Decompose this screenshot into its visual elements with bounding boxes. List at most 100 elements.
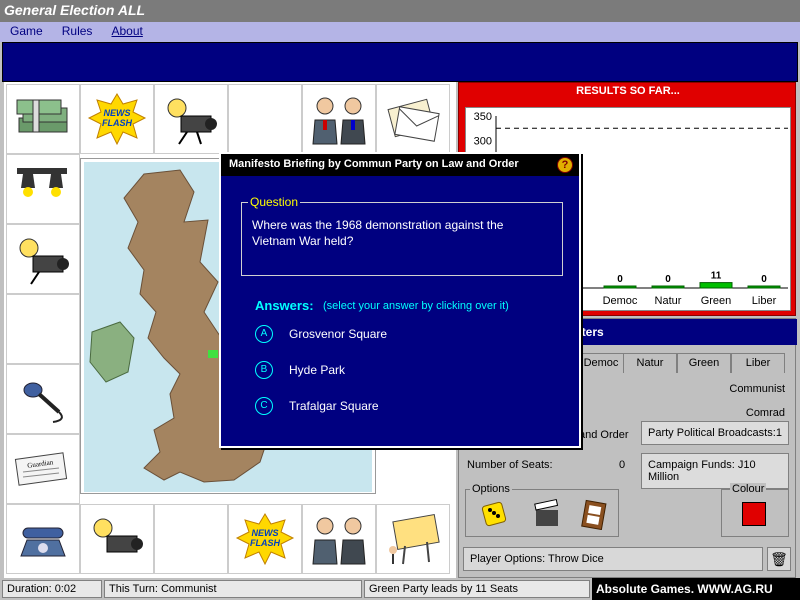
board-cell-newsflash[interactable]: NEWS FLASH: [80, 84, 154, 154]
question-text: Where was the 1968 demonstration against…: [252, 217, 552, 249]
svg-text:FLASH: FLASH: [102, 118, 132, 128]
manifesto-dialog: Manifesto Briefing by Commun Party on La…: [219, 152, 581, 448]
seats-label: Number of Seats:: [467, 459, 553, 471]
film-strip-icon[interactable]: [578, 498, 610, 530]
window-title: General Election ALL: [0, 0, 800, 22]
x-tick-label: Democ: [603, 295, 638, 307]
colour-group: Colour: [721, 483, 789, 537]
party-colour-swatch[interactable]: [742, 502, 766, 526]
colour-label: Colour: [730, 483, 767, 495]
party-name: Communist: [729, 383, 785, 395]
board-cell-letters[interactable]: [376, 84, 450, 154]
newsflash-icon: NEWS FLASH: [87, 93, 147, 146]
tv-camera-icon: [19, 238, 69, 285]
question-line-2: Vietnam War held?: [252, 234, 354, 248]
tab-green[interactable]: Green: [677, 353, 731, 373]
policy-text: and Order: [579, 429, 629, 441]
answers-label: Answers:: [255, 298, 314, 313]
answer-text-c: Trafalgar Square: [289, 399, 379, 413]
menu-about[interactable]: About: [106, 22, 149, 38]
x-tick-label: Green: [701, 295, 732, 307]
board-cell-blank-2[interactable]: [6, 294, 80, 364]
bar: [747, 285, 781, 289]
answer-key-b: B: [255, 361, 273, 379]
question-label: Question: [248, 195, 301, 209]
broadcasts-label: Party Political Broadcasts:: [648, 427, 776, 439]
board-cell-camera[interactable]: [154, 84, 228, 154]
y-tick-label: 350: [474, 111, 492, 123]
question-line-1: Where was the 1968 demonstration against…: [252, 218, 504, 232]
newspaper-icon: Guardian: [14, 452, 68, 486]
bar-value-label: 0: [617, 274, 623, 285]
bar: [603, 285, 637, 289]
board-cell-newspaper[interactable]: Guardian: [6, 434, 80, 504]
board-cell-telephone[interactable]: [6, 504, 80, 574]
answer-text-a: Grosvenor Square: [289, 327, 388, 341]
board-cell-blank-3[interactable]: [154, 504, 228, 574]
bar-value-label: 0: [665, 274, 671, 285]
answer-option-a[interactable]: A Grosvenor Square: [255, 324, 387, 344]
question-box: Question Where was the 1968 demonstratio…: [241, 195, 563, 276]
highlight-region: [208, 350, 218, 358]
billboard-icon: [389, 513, 440, 565]
board-cell-debate[interactable]: [302, 84, 376, 154]
options-label: Options: [470, 483, 512, 495]
board-cell-camera-2[interactable]: [6, 224, 80, 294]
tab-natur[interactable]: Natur: [623, 353, 677, 373]
answers-hint: (select your answer by clicking over it): [323, 300, 509, 312]
player-options-box: Player Options: Throw Dice: [463, 547, 763, 571]
funds-box: Campaign Funds: J10 Million: [641, 453, 789, 489]
tv-camera-icon: [93, 518, 143, 553]
money-icon: [16, 99, 68, 133]
board-cell-microphone[interactable]: [6, 364, 80, 434]
dialog-title: Manifesto Briefing by Commun Party on La…: [221, 154, 579, 176]
answer-option-b[interactable]: B Hyde Park: [255, 360, 345, 380]
top-banner: [2, 42, 798, 82]
politicians-icon: [312, 517, 366, 565]
broadcasts-box: Party Political Broadcasts: 1: [641, 421, 789, 445]
answer-option-c[interactable]: C Trafalgar Square: [255, 396, 379, 416]
bar: [699, 282, 733, 289]
board-cell-billboard[interactable]: [376, 504, 450, 574]
board-cell-spotlights[interactable]: [6, 154, 80, 224]
funds-label: Campaign Funds:: [648, 459, 735, 471]
bar-value-label: 0: [761, 274, 767, 285]
svg-text:NEWS: NEWS: [252, 528, 279, 538]
svg-text:FLASH: FLASH: [250, 538, 280, 548]
tab-liber[interactable]: Liber: [731, 353, 785, 373]
x-tick-label: Liber: [752, 295, 777, 307]
letters-icon: [387, 98, 440, 142]
tv-camera-icon: [167, 98, 217, 145]
status-leader: Green Party leads by 11 Seats: [364, 580, 590, 598]
spotlight-icon: [17, 168, 67, 197]
board-cell-camera-3[interactable]: [80, 504, 154, 574]
broadcasts-value: 1: [775, 427, 782, 439]
newsflash-icon: NEWS FLASH: [235, 513, 295, 566]
trash-icon[interactable]: 🗑: [767, 547, 791, 571]
menu-game[interactable]: Game: [4, 22, 49, 38]
tab-democ[interactable]: Democ: [575, 353, 627, 373]
help-icon[interactable]: ?: [557, 157, 573, 173]
bar-value-label: 11: [711, 271, 722, 282]
microphone-icon: [23, 382, 63, 423]
watermark: Absolute Games. WWW.AG.RU: [592, 578, 800, 600]
board-cell-money[interactable]: [6, 84, 80, 154]
politicians-icon: [312, 97, 366, 145]
bar: [651, 285, 685, 289]
options-group: Options: [465, 483, 619, 537]
menu-rules[interactable]: Rules: [56, 22, 99, 38]
answer-text-b: Hyde Park: [289, 363, 346, 377]
dice-icon[interactable]: [480, 498, 512, 530]
seats-value: 0: [619, 459, 626, 471]
answer-key-a: A: [255, 325, 273, 343]
clapperboard-icon[interactable]: [532, 498, 564, 530]
y-tick-label: 300: [474, 136, 492, 148]
status-turn: This Turn: Communist: [104, 580, 362, 598]
board-cell-newsflash-2[interactable]: NEWS FLASH: [228, 504, 302, 574]
party-leader: Comrad: [745, 407, 785, 419]
answer-key-c: C: [255, 397, 273, 415]
results-title: RESULTS SO FAR...: [576, 85, 680, 97]
menu-bar: Game Rules About: [0, 22, 800, 42]
board-cell-blank[interactable]: [228, 84, 302, 154]
board-cell-debate-2[interactable]: [302, 504, 376, 574]
